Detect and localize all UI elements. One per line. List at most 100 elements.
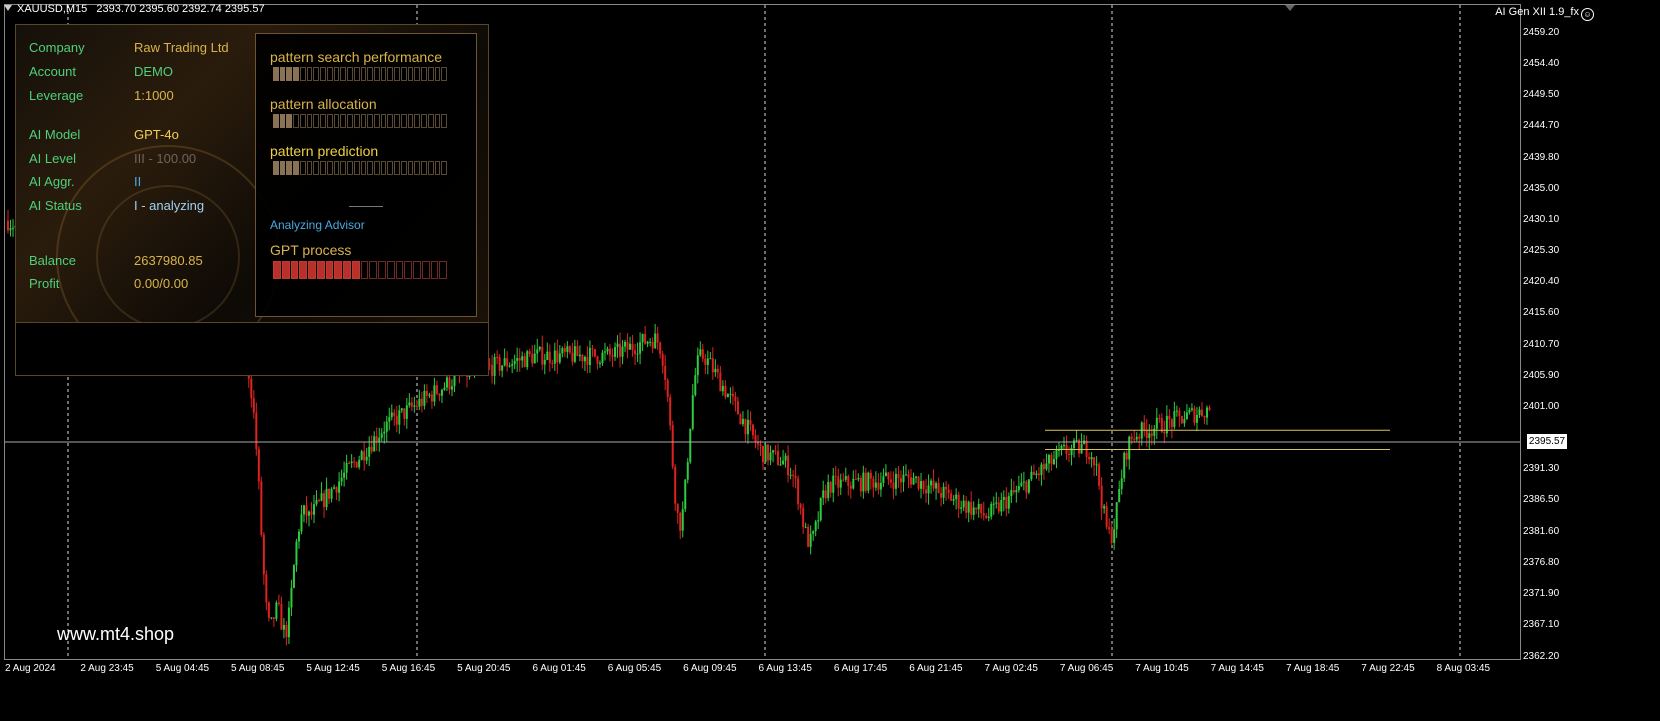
progress-cell [400, 67, 407, 81]
progress-cell [421, 67, 427, 81]
candle-body [892, 482, 895, 489]
candle-body [300, 514, 303, 532]
candle-body [1032, 471, 1035, 476]
candle-body [679, 512, 682, 531]
prediction-label: pattern prediction [270, 143, 379, 159]
price-tick: 2405.90 [1523, 369, 1560, 381]
candle-body [1173, 411, 1176, 428]
candle-body [393, 412, 396, 416]
company-value: Raw Trading Ltd [134, 40, 229, 55]
candle-body [741, 418, 744, 425]
progress-cell [313, 67, 320, 81]
candle-body [385, 421, 388, 432]
progress-cell [347, 161, 353, 175]
progress-cell [326, 161, 333, 175]
candle-body [350, 461, 353, 464]
candle-body [849, 485, 852, 489]
candle-body [641, 334, 644, 343]
progress-cell [395, 261, 404, 279]
collapse-triangle-icon[interactable] [4, 5, 12, 11]
price-tick: 2371.90 [1523, 588, 1560, 600]
candle-body [1208, 407, 1211, 410]
candle-body [977, 503, 980, 510]
candle-body [689, 428, 692, 463]
candle-body [373, 436, 376, 452]
progress-cell [360, 114, 367, 128]
ohlc-values: 2393.70 2395.60 2392.74 2395.57 [96, 3, 265, 15]
price-tick: 2376.80 [1523, 556, 1560, 568]
candle-body [920, 481, 923, 489]
progress-cell [394, 114, 400, 128]
price-tick: 2444.70 [1523, 120, 1560, 132]
progress-cell [273, 261, 281, 279]
candle-body [889, 479, 892, 483]
candle-body [536, 349, 539, 354]
aggr-label: AI Aggr. [29, 174, 75, 189]
info-row-aggr: AI Aggr. II [29, 174, 141, 189]
candle-body [777, 450, 780, 465]
candle-body [551, 363, 554, 365]
progress-cell [286, 161, 293, 175]
candle-body [315, 500, 318, 505]
price-tick: 2381.60 [1523, 525, 1560, 537]
candle-body [325, 488, 328, 508]
progress-cell [334, 261, 342, 279]
candle-body [957, 494, 960, 509]
candle-body [656, 333, 659, 343]
candle-body [302, 505, 305, 515]
candle-body [985, 515, 988, 518]
progress-cell [306, 114, 313, 128]
candle-body [1098, 464, 1101, 486]
candle-body [701, 349, 704, 359]
candle-body [1055, 450, 1058, 459]
candle-body [1040, 464, 1043, 476]
candle-body [759, 444, 762, 447]
progress-cell [439, 261, 447, 279]
candle-body [355, 462, 358, 468]
time-tick: 7 Aug 14:45 [1210, 663, 1264, 674]
status-label: AI Status [29, 198, 82, 213]
candle-body [1093, 457, 1096, 466]
candle-body [784, 455, 787, 461]
candle-body [1195, 414, 1198, 423]
candle-body [400, 408, 403, 411]
candle-body [546, 351, 549, 360]
candle-body [809, 533, 812, 547]
expert-advisor-label[interactable]: AI Gen XII 1.9_fx ☺ [1495, 6, 1594, 21]
candle-body [686, 462, 689, 480]
candle-body [824, 490, 827, 499]
candle-body [902, 474, 905, 483]
progress-cell [374, 161, 380, 175]
candle-body [518, 357, 521, 361]
candle-body [365, 456, 368, 461]
time-tick: 7 Aug 06:45 [1059, 663, 1114, 674]
candle-body [744, 418, 747, 435]
candle-body [257, 449, 260, 482]
candle-body [363, 451, 366, 461]
candle-body [343, 472, 346, 478]
candle-body [774, 450, 777, 452]
balance-label: Balance [29, 253, 76, 268]
time-tick: 7 Aug 18:45 [1285, 663, 1340, 674]
info-row-account: Account DEMO [29, 64, 173, 79]
candle-body [874, 482, 877, 488]
candle-body [320, 493, 323, 501]
price-chart[interactable]: XAUUSD,M15 2393.70 2395.60 2392.74 2395.… [0, 0, 1660, 721]
price-tick: 2367.10 [1523, 619, 1560, 630]
candle-body [445, 377, 448, 388]
candle-body [1175, 410, 1178, 412]
symbol-timeframe: XAUUSD,M15 [17, 3, 88, 15]
candle-body [1095, 464, 1098, 466]
candle-body [1150, 433, 1153, 436]
candle-body [970, 501, 973, 515]
candle-body [1193, 408, 1196, 423]
progress-cell [286, 67, 293, 81]
candle-body [799, 504, 802, 508]
candle-body [854, 478, 857, 480]
candle-body [260, 481, 263, 535]
candle-body [676, 503, 679, 513]
candle-body [1118, 488, 1121, 503]
progress-cell [299, 67, 306, 81]
candle-body [1020, 482, 1023, 487]
shift-marker[interactable] [1285, 5, 1295, 11]
